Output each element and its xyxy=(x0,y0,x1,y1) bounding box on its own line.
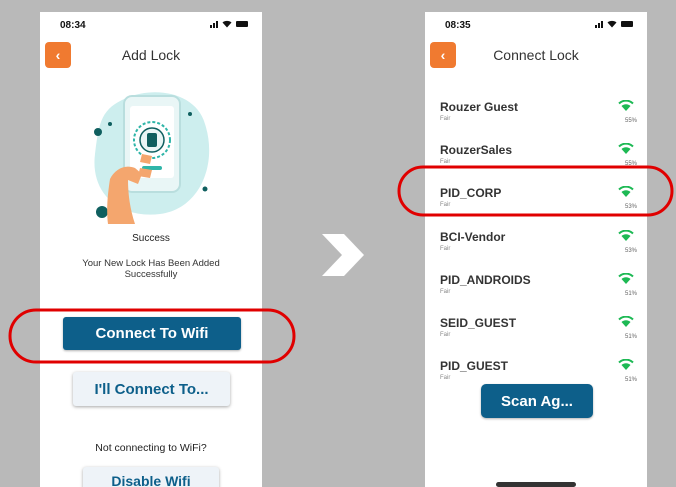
network-quality: Fair xyxy=(440,375,451,381)
not-connecting-label: Not connecting to WiFi? xyxy=(95,442,207,454)
signal-strength: 51% xyxy=(624,334,637,340)
signal-strength: 55% xyxy=(624,118,637,124)
wifi-network-item[interactable]: PID_CORP Fair 53% xyxy=(440,178,637,214)
page-title: Connect Lock xyxy=(493,47,579,63)
wifi-icon xyxy=(618,359,634,370)
battery-icon xyxy=(236,21,248,27)
wifi-icon xyxy=(618,100,634,111)
home-indicator xyxy=(496,482,576,487)
disable-wifi-button[interactable]: Disable Wifi xyxy=(83,467,219,487)
wifi-icon xyxy=(618,143,634,154)
success-label: Success xyxy=(132,233,170,244)
wifi-network-item[interactable]: SEID_GUEST Fair 51% xyxy=(440,308,637,344)
wifi-network-item[interactable]: PID_ANDROIDS Fair 51% xyxy=(440,265,637,301)
network-quality: Fair xyxy=(440,289,451,295)
network-name: BCI-Vendor xyxy=(440,230,506,244)
wifi-status-icon xyxy=(607,20,617,28)
network-name: RouzerSales xyxy=(440,143,513,157)
network-name: SEID_GUEST xyxy=(440,316,517,330)
wifi-icon xyxy=(618,230,634,241)
status-time: 08:34 xyxy=(60,20,86,31)
wifi-network-item[interactable]: RouzerSales Fair 55% xyxy=(440,135,637,171)
signal-strength: 51% xyxy=(624,291,637,297)
signal-strength: 55% xyxy=(624,161,637,167)
network-name: PID_CORP xyxy=(440,186,502,200)
network-name: PID_GUEST xyxy=(440,359,509,373)
signal-strength: 53% xyxy=(624,204,637,210)
network-quality: Fair xyxy=(440,159,451,165)
battery-icon xyxy=(621,21,633,27)
network-name: Rouzer Guest xyxy=(440,100,519,114)
scan-again-button[interactable]: Scan Ag... xyxy=(481,384,593,418)
signal-strength: 51% xyxy=(624,377,637,383)
wifi-network-item[interactable]: BCI-Vendor Fair 53% xyxy=(440,222,637,258)
wifi-network-item[interactable]: PID_GUEST Fair 51% xyxy=(440,351,637,387)
network-quality: Fair xyxy=(440,246,451,252)
connect-lock-screen: 08:35 ‹ Connect Lock Rouzer Guest Fair 5… xyxy=(425,12,647,487)
status-bar: 08:35 xyxy=(425,12,647,38)
status-bar: 08:34 xyxy=(40,12,262,38)
chevron-right-icon xyxy=(322,234,364,276)
network-quality: Fair xyxy=(440,116,451,122)
add-lock-screen: 08:34 ‹ Add Lock Success Your New Lock H… xyxy=(40,12,262,487)
wifi-icon xyxy=(618,316,634,327)
network-name: PID_ANDROIDS xyxy=(440,273,531,287)
wifi-icon xyxy=(618,273,634,284)
cellular-signal-icon xyxy=(210,20,218,28)
connect-later-button[interactable]: I'll Connect To... xyxy=(73,372,230,406)
wifi-icon xyxy=(618,186,634,197)
network-quality: Fair xyxy=(440,332,451,338)
page-title: Add Lock xyxy=(121,47,181,63)
wifi-status-icon xyxy=(222,20,232,28)
lock-added-illustration xyxy=(94,92,210,224)
status-time: 08:35 xyxy=(445,20,471,31)
cellular-signal-icon xyxy=(595,20,603,28)
wifi-network-item[interactable]: Rouzer Guest Fair 55% xyxy=(440,92,637,128)
signal-strength: 53% xyxy=(624,248,637,254)
success-message: Your New Lock Has Been Added Successfull… xyxy=(82,258,220,280)
connect-to-wifi-button[interactable]: Connect To Wifi xyxy=(63,317,241,350)
network-quality: Fair xyxy=(440,202,451,208)
